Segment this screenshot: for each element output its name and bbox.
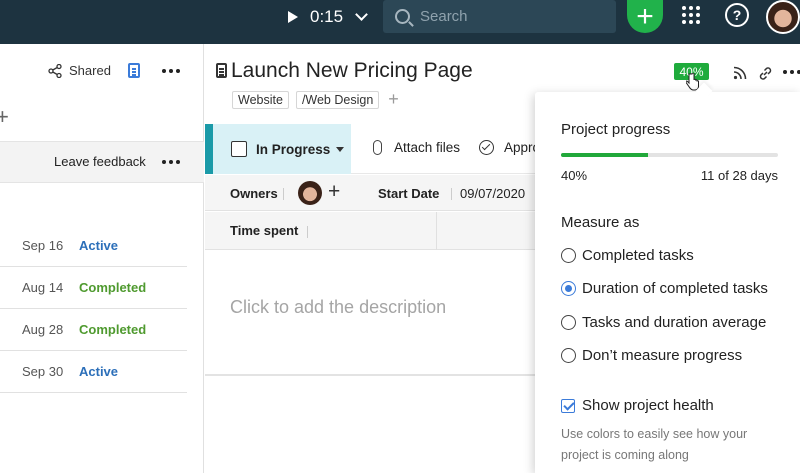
status-label: Active [79, 364, 119, 379]
timer[interactable]: 0:15 [288, 0, 368, 34]
status-label: Completed [79, 322, 147, 337]
list-item[interactable]: Aug 14 Completed [0, 267, 187, 309]
list-item[interactable]: Sep 30 Active [0, 351, 187, 393]
owner-avatar[interactable] [298, 181, 322, 205]
measure-option-average[interactable]: Tasks and duration average [561, 314, 766, 331]
list-item-date: Aug 28 [22, 322, 64, 337]
health-hint: Use colors to easily see how your projec… [561, 427, 748, 462]
radio-button[interactable] [561, 281, 576, 296]
description-placeholder[interactable]: Click to add the description [230, 297, 446, 318]
list-item-date: Sep 30 [22, 364, 64, 379]
play-icon[interactable] [288, 11, 298, 23]
progress-popover: Project progress 40% 11 of 28 days Measu… [535, 92, 800, 473]
complete-checkbox[interactable] [231, 141, 247, 157]
share-icon [48, 63, 62, 78]
apps-grid-icon[interactable] [680, 4, 702, 26]
more-options-icon[interactable] [162, 69, 180, 73]
left-panel: Shared + Leave feedback Sep 16 Active Au… [0, 44, 204, 473]
search-box[interactable] [383, 0, 616, 33]
option-label: Completed tasks [582, 247, 694, 264]
option-label: Duration of completed tasks [582, 280, 768, 297]
list-item[interactable]: Aug 28 Completed [0, 309, 187, 351]
document-icon[interactable] [128, 63, 140, 78]
option-label: Don’t measure progress [582, 347, 743, 364]
leave-feedback-link[interactable]: Leave feedback [54, 154, 146, 169]
progress-bar-fill [561, 153, 648, 157]
start-date-label: Start Date [378, 186, 440, 201]
radio-button[interactable] [561, 348, 576, 363]
create-button[interactable]: + [627, 0, 663, 33]
approve-button[interactable]: Appro [479, 140, 540, 155]
status-label: Active [79, 238, 119, 253]
show-health-checkbox[interactable]: Show project health [561, 397, 714, 414]
status-label: In Progress [256, 141, 331, 157]
radio-button[interactable] [561, 315, 576, 330]
more-options-icon[interactable] [783, 70, 800, 74]
divider [283, 188, 284, 200]
add-owner-icon[interactable]: + [328, 180, 340, 204]
search-icon [395, 9, 410, 24]
owners-label: Owners [230, 186, 278, 201]
top-bar: 0:15 + ? [0, 0, 800, 44]
page-title[interactable]: Launch New Pricing Page [231, 59, 473, 83]
tag-chip[interactable]: Website [232, 90, 289, 109]
status-label: Completed [79, 280, 147, 295]
tag-chip[interactable]: /Web Design [295, 90, 380, 109]
option-label: Tasks and duration average [582, 314, 767, 331]
list-item-date: Aug 14 [22, 280, 64, 295]
progress-bar [561, 153, 778, 157]
checkbox[interactable] [561, 398, 575, 413]
attach-files-label: Attach files [394, 140, 461, 155]
more-options-icon[interactable] [162, 160, 180, 164]
add-tag-icon[interactable]: + [388, 89, 399, 110]
rss-icon[interactable] [733, 66, 747, 80]
shared-button[interactable]: Shared [48, 63, 111, 78]
check-circle-icon [479, 140, 494, 155]
task-list: Sep 16 Active Aug 14 Completed Aug 28 Co… [0, 225, 187, 393]
add-icon[interactable]: + [0, 104, 9, 130]
measure-option-completed-tasks[interactable]: Completed tasks [561, 247, 694, 264]
list-item-date: Sep 16 [22, 238, 64, 253]
measure-option-duration[interactable]: Duration of completed tasks [561, 280, 768, 297]
shared-label: Shared [69, 63, 111, 78]
chevron-down-icon[interactable] [355, 8, 368, 21]
user-avatar[interactable] [766, 0, 800, 34]
divider [307, 226, 308, 238]
clipboard-icon [216, 63, 227, 78]
measure-option-none[interactable]: Don’t measure progress [561, 347, 742, 364]
radio-button[interactable] [561, 248, 576, 263]
start-date-value[interactable]: 09/07/2020 [460, 186, 525, 201]
attach-files-button[interactable]: Attach files [373, 140, 460, 155]
help-icon[interactable]: ? [725, 3, 749, 27]
link-icon[interactable] [758, 66, 773, 81]
measure-as-label: Measure as [561, 214, 640, 231]
list-item[interactable]: Sep 16 Active [0, 225, 187, 267]
divider [436, 212, 437, 250]
timer-value: 0:15 [310, 7, 344, 26]
caret-down-icon [336, 146, 345, 152]
progress-days: 11 of 28 days [700, 168, 778, 183]
time-spent-label: Time spent [230, 223, 299, 238]
divider [451, 188, 452, 200]
tag-list: Website /Web Design + [232, 89, 399, 110]
popover-title: Project progress [561, 121, 671, 138]
paperclip-icon [373, 140, 382, 155]
feedback-row: Leave feedback [0, 141, 204, 183]
health-label: Show project health [582, 397, 714, 414]
status-dropdown[interactable]: In Progress [205, 124, 351, 174]
progress-percent: 40% [561, 168, 588, 183]
search-input[interactable] [420, 8, 610, 25]
